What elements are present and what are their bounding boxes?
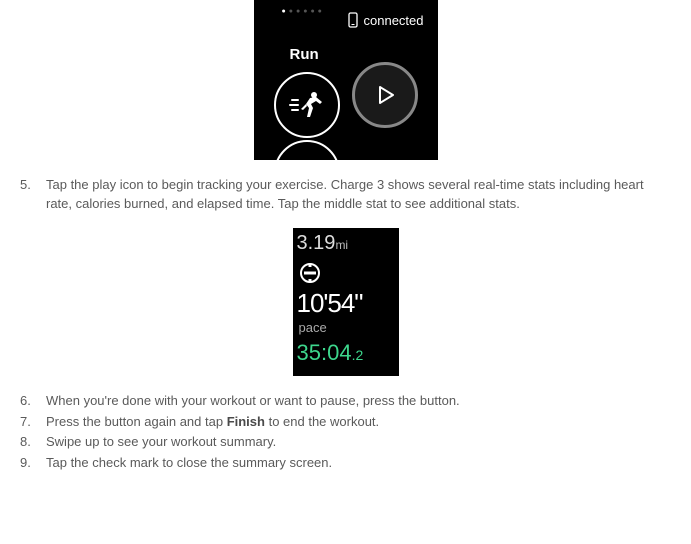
step-5: 5. Tap the play icon to begin tracking y… xyxy=(18,176,673,214)
connected-status: connected xyxy=(348,12,424,28)
step-7: 7. Press the button again and tap Finish… xyxy=(18,413,673,432)
runner-icon xyxy=(288,90,326,120)
pager-dots: ●●●●●● xyxy=(282,8,325,15)
play-icon xyxy=(374,84,396,106)
pace-label: pace xyxy=(299,320,327,335)
run-circle xyxy=(274,72,340,138)
elapsed-time: 35:04.2 xyxy=(297,340,364,366)
step-text: Swipe up to see your workout summary. xyxy=(46,433,673,452)
mode-label: Run xyxy=(290,46,319,63)
step-text: Tap the play icon to begin tracking your… xyxy=(46,176,673,214)
elapsed-fraction: .2 xyxy=(352,347,364,363)
elapsed-main: 35:04 xyxy=(297,340,352,365)
distance-value: 3.19 xyxy=(297,232,336,254)
steps-icon xyxy=(299,262,321,287)
next-mode-circle xyxy=(274,140,340,160)
step-number: 7. xyxy=(18,413,46,432)
device-screenshot-run: ●●●●●● connected Run xyxy=(254,0,438,160)
phone-icon xyxy=(348,12,358,28)
step-text: When you're done with your workout or wa… xyxy=(46,392,673,411)
distance-unit: mi xyxy=(335,238,348,252)
pace-value: 10'54" xyxy=(297,288,363,319)
play-button-circle xyxy=(352,62,418,128)
finish-bold: Finish xyxy=(227,414,265,429)
distance-readout: 3.19mi xyxy=(297,232,349,255)
connected-label: connected xyxy=(364,13,424,28)
device-screenshot-stats: 3.19mi 10'54" pace 35:04.2 xyxy=(293,228,399,376)
step-text: Tap the check mark to close the summary … xyxy=(46,454,673,473)
step-number: 8. xyxy=(18,433,46,452)
step-8: 8. Swipe up to see your workout summary. xyxy=(18,433,673,452)
step-number: 9. xyxy=(18,454,46,473)
step-6: 6. When you're done with your workout or… xyxy=(18,392,673,411)
step-number: 6. xyxy=(18,392,46,411)
step-text: Press the button again and tap Finish to… xyxy=(46,413,673,432)
step-number: 5. xyxy=(18,176,46,214)
step-9: 9. Tap the check mark to close the summa… xyxy=(18,454,673,473)
